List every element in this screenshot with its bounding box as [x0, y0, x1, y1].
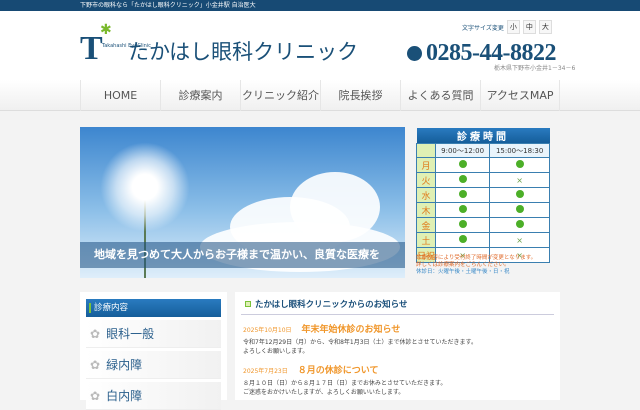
banner-text: 地域を見つめて大人からお子様まで温かい、良質な医療を [80, 242, 405, 268]
news-title: たかはし眼科クリニックからのお知らせ [255, 300, 408, 310]
font-size-switcher: 文字サイズ変更 小 中 大 [462, 20, 552, 34]
closed-icon: × [516, 235, 523, 245]
note: 診療内容により受付終了時間が変更となります。 [416, 255, 537, 261]
phone-icon [407, 46, 422, 61]
closed-icon: × [516, 175, 523, 185]
open-dot-icon [458, 235, 467, 243]
note: 詳しくは診療案内をごらんください。 [416, 262, 510, 268]
day-label: 火 [416, 172, 436, 188]
open-dot-icon [515, 160, 524, 168]
item-label: 白内障 [106, 389, 143, 403]
nav-clinic[interactable]: クリニック紹介 [240, 80, 320, 111]
font-size-large-button[interactable]: 大 [538, 20, 552, 34]
open-dot-icon [458, 205, 467, 213]
news-date: 2025年7月23日 [243, 368, 288, 375]
hours-cell [434, 202, 491, 218]
news-section: たかはし眼科クリニックからのお知らせ 2025年10月10日 年末年始休診のお知ら… [235, 292, 560, 400]
font-size-small-button[interactable]: 小 [506, 20, 520, 34]
hours-cell [434, 172, 491, 188]
hours-cell [489, 187, 550, 203]
flower-icon: ✿ [90, 388, 101, 403]
flower-icon: ✿ [90, 357, 101, 372]
main-nav: HOME 診療案内 クリニック紹介 院長挨拶 よくある質問 アクセスMAP [0, 80, 640, 111]
nav-home[interactable]: HOME [80, 80, 160, 111]
hours-cell [434, 232, 491, 248]
nav-services[interactable]: 診療案内 [160, 80, 240, 111]
hours-row: 金 [416, 217, 550, 233]
leaf-icon: ✱ [100, 22, 112, 38]
day-label: 水 [416, 187, 436, 203]
hours-cell [434, 187, 491, 203]
tagline: 下野市の眼科なら「たかはし眼科クリニック」小金井駅 自治医大 [80, 2, 256, 9]
hours-row: 木 [416, 202, 550, 218]
hours-row: 火 × [416, 172, 550, 188]
font-size-label: 文字サイズ変更 [462, 24, 504, 32]
nav-access[interactable]: アクセスMAP [480, 80, 560, 111]
hours-cell [489, 157, 550, 173]
flower-icon: ✿ [90, 326, 101, 341]
news-date: 2025年10月10日 [243, 327, 292, 334]
font-size-medium-button[interactable]: 中 [522, 20, 536, 34]
news-body: よろしくお願いします。 [243, 347, 309, 355]
nav-greeting[interactable]: 院長挨拶 [320, 80, 400, 111]
logo[interactable]: T ✱ Takahashi EyeClinic たかはし眼科クリニック [80, 22, 360, 67]
open-dot-icon [458, 190, 467, 198]
square-bullet-icon [245, 301, 251, 307]
sidebar-item-general[interactable]: ✿ 眼科一般 [86, 320, 221, 348]
news-headline[interactable]: 年末年始休診のお知らせ [302, 322, 401, 335]
sidebar-title: 診療内容 [86, 299, 221, 317]
day-label: 土 [416, 232, 436, 248]
news-body: ８月１０日（日）から８月１７日（日）までお休みとさせていただきます。 [243, 380, 447, 387]
col-am: 9:00～12:00 [434, 143, 491, 158]
open-dot-icon [515, 220, 524, 228]
office-hours: 診療時間 9:00～12:00 15:00～18:30 月火 × 水木金土 × 日祝 × × [416, 128, 550, 263]
address: 栃木県下野市小金井1－34－6 [494, 65, 576, 72]
open-dot-icon [458, 160, 467, 168]
holidays: 休診日：火曜午後・土曜午後・日・祝 [416, 269, 510, 275]
open-dot-icon [515, 205, 524, 213]
sidebar: 診療内容 ✿ 眼科一般 ✿ 緑内障 ✿ 白内障 [80, 292, 227, 410]
col-pm: 15:00～18:30 [489, 143, 550, 158]
day-label: 金 [416, 217, 436, 233]
news-entry: 2025年7月23日 ８月の休診について ８月１０日（日）から８月１７日（日）まで… [241, 363, 554, 397]
hours-row: 土 × [416, 232, 550, 248]
hours-row: 月 [416, 157, 550, 173]
nav-faq[interactable]: よくある質問 [400, 80, 480, 111]
hours-cell [489, 202, 550, 218]
news-entry: 2025年10月10日 年末年始休診のお知らせ 令和7年12月29日（月）から、令… [241, 322, 554, 356]
open-dot-icon [458, 220, 467, 228]
hours-cell: × [489, 172, 550, 188]
open-dot-icon [515, 190, 524, 198]
sidebar-item-cataract[interactable]: ✿ 白内障 [86, 382, 221, 410]
hours-cell: × [489, 232, 550, 248]
day-label: 木 [416, 202, 436, 218]
day-label: 月 [416, 157, 436, 173]
item-label: 眼科一般 [106, 327, 155, 341]
top-bar: 下野市の眼科なら「たかはし眼科クリニック」小金井駅 自治医大 [0, 0, 640, 11]
news-body: 令和7年12月29日（月）から、令和8年1月3日（土）まで休診とさせていただきま… [243, 339, 477, 346]
dandelion-image [100, 142, 190, 232]
hours-row: 水 [416, 187, 550, 203]
hours-title: 診療時間 [416, 128, 550, 144]
news-headline[interactable]: ８月の休診について [298, 363, 379, 376]
news-body: ご迷惑をおかけいたしますが、よろしくお願いいたします。 [243, 388, 405, 396]
hours-cell [434, 157, 491, 173]
hours-cell [489, 217, 550, 233]
sidebar-item-glaucoma[interactable]: ✿ 緑内障 [86, 351, 221, 379]
hero-banner: 地域を見つめて大人からお子様まで温かい、良質な医療を [80, 127, 405, 278]
item-label: 緑内障 [106, 358, 143, 372]
hours-cell [434, 217, 491, 233]
clinic-name: たかはし眼科クリニック [128, 40, 359, 64]
open-dot-icon [458, 175, 467, 183]
hours-notes: 診療内容により受付終了時間が変更となります。 詳しくは診療案内をごらんください。… [416, 255, 566, 276]
